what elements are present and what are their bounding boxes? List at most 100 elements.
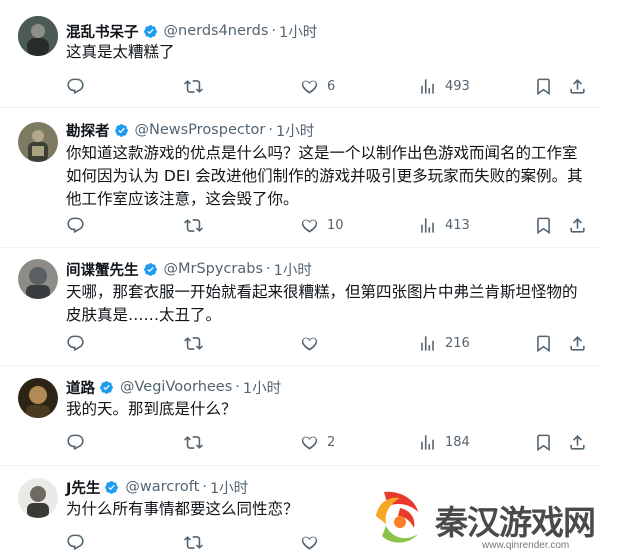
views-button[interactable]: 493 [418,76,470,96]
watermark: 秦汉游戏网 www.qinrender.com [364,476,617,558]
verified-badge-icon [104,480,119,495]
reply-icon [66,216,85,235]
retweet-icon [184,533,203,552]
display-name[interactable]: 道路 [66,377,95,398]
reply-button[interactable] [66,333,93,353]
like-button[interactable]: 6 [300,76,335,96]
separator-dot: · [202,479,207,495]
tweet-text: 我的天。那到底是什么？ [66,400,237,418]
separator-dot: · [268,122,273,138]
avatar[interactable] [18,122,58,162]
share-button[interactable] [568,76,587,96]
tweet-actions: 6 493 [60,76,560,96]
avatar[interactable] [18,259,58,299]
views-button[interactable]: 184 [418,432,470,452]
timestamp[interactable]: 1小时 [274,259,312,280]
verified-badge-icon [114,123,129,138]
display-name[interactable]: 勘探者 [66,120,110,141]
tweet-header: 间谍蟹先生 @MrSpycrabs · 1小时 [66,259,312,279]
views-button[interactable]: 413 [418,215,470,235]
user-handle[interactable]: @nerds4nerds [164,23,269,39]
reply-icon [66,433,85,452]
share-icon [568,77,587,96]
share-button[interactable] [568,215,587,235]
timestamp[interactable]: 1小时 [243,377,281,398]
avatar[interactable] [18,378,58,418]
share-button[interactable] [568,333,587,353]
views-icon [418,216,437,235]
bookmark-button[interactable] [534,76,553,96]
heart-icon [300,77,319,96]
bookmark-icon [534,433,553,452]
reply-button[interactable] [66,432,93,452]
tweet-header: J先生 @warcroft · 1小时 [66,477,248,497]
watermark-logo-icon [376,491,418,543]
bookmark-button[interactable] [534,215,553,235]
share-icon [568,433,587,452]
retweet-button[interactable] [184,215,211,235]
display-name[interactable]: J先生 [66,477,100,498]
separator-dot: · [266,261,271,277]
verified-badge-icon [143,24,158,39]
user-handle[interactable]: @NewsProspector [135,122,266,138]
reply-icon [66,77,85,96]
retweet-icon [184,216,203,235]
reply-button[interactable] [66,215,93,235]
bookmark-icon [534,216,553,235]
view-count: 184 [445,434,470,450]
tweet-header: 混乱书呆子 @nerds4nerds · 1小时 [66,21,317,41]
reply-button[interactable] [66,532,93,552]
views-icon [418,77,437,96]
like-count: 10 [327,217,344,233]
tweet-1[interactable]: 混乱书呆子 @nerds4nerds · 1小时 这真是太糟糕了 6 493 [0,0,600,108]
view-count: 216 [445,335,470,351]
display-name[interactable]: 间谍蟹先生 [66,259,139,280]
bookmark-button[interactable] [534,432,553,452]
reply-button[interactable] [66,76,93,96]
user-handle[interactable]: @VegiVoorhees [120,379,232,395]
tweet-text: 天哪，那套衣服一开始就看起来很糟糕，但第四张图片中弗兰肯斯坦怪物的皮肤真是……太… [66,283,578,324]
tweet-2[interactable]: 勘探者 @NewsProspector · 1小时 你知道这款游戏的优点是什么吗… [0,108,600,248]
display-name[interactable]: 混乱书呆子 [66,21,139,42]
like-button[interactable] [300,532,327,552]
views-icon [418,433,437,452]
timestamp[interactable]: 1小时 [210,477,248,498]
heart-icon [300,216,319,235]
like-button[interactable]: 10 [300,215,344,235]
reply-icon [66,533,85,552]
tweet-4[interactable]: 道路 @VegiVoorhees · 1小时 我的天。那到底是什么？ 2 184 [0,366,600,466]
tweet-actions: 216 [60,333,560,353]
reply-icon [66,334,85,353]
like-button[interactable]: 2 [300,432,335,452]
watermark-url: www.qinrender.com [482,540,570,551]
heart-icon [300,433,319,452]
share-button[interactable] [568,432,587,452]
user-handle[interactable]: @MrSpycrabs [164,261,264,277]
retweet-icon [184,77,203,96]
bookmark-icon [534,334,553,353]
retweet-button[interactable] [184,333,211,353]
bookmark-icon [534,77,553,96]
views-icon [418,334,437,353]
avatar[interactable] [18,16,58,56]
avatar[interactable] [18,478,58,518]
tweet-header: 勘探者 @NewsProspector · 1小时 [66,120,314,140]
heart-icon [300,533,319,552]
retweet-button[interactable] [184,432,211,452]
views-button[interactable]: 216 [418,333,470,353]
timestamp[interactable]: 1小时 [279,21,317,42]
retweet-button[interactable] [184,76,211,96]
timestamp[interactable]: 1小时 [276,120,314,141]
bookmark-button[interactable] [534,333,553,353]
like-button[interactable] [300,333,327,353]
separator-dot: · [271,23,276,39]
watermark-text: 秦汉游戏网 [435,503,596,542]
user-handle[interactable]: @warcroft [125,479,199,495]
tweet-header: 道路 @VegiVoorhees · 1小时 [66,377,281,397]
retweet-button[interactable] [184,532,211,552]
like-count: 2 [327,434,336,450]
heart-icon [300,334,319,353]
separator-dot: · [235,379,240,395]
tweet-3[interactable]: 间谍蟹先生 @MrSpycrabs · 1小时 天哪，那套衣服一开始就看起来很糟… [0,248,600,366]
share-icon [568,216,587,235]
